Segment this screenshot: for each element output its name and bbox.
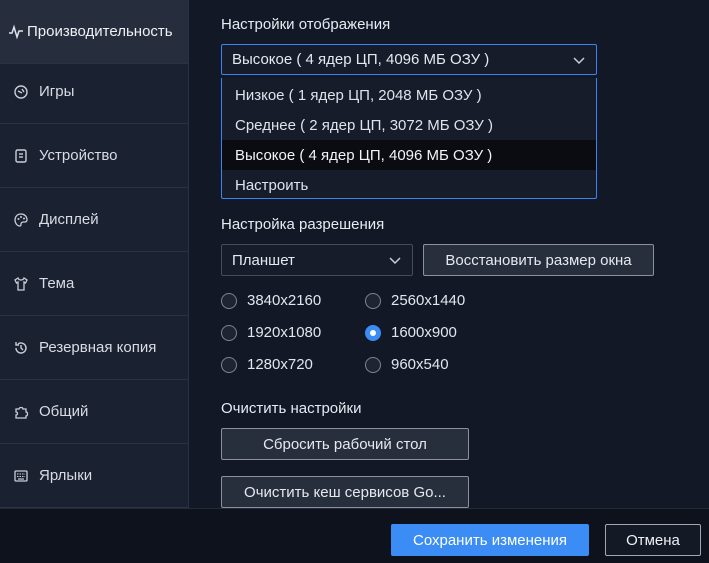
resolution-option-960[interactable]: 960x540 [365, 356, 449, 373]
pulse-icon [8, 24, 24, 40]
dropdown-option-high[interactable]: Высокое ( 4 ядер ЦП, 4096 МБ ОЗУ ) [222, 140, 596, 170]
display-settings-heading: Настройки отображения [221, 16, 391, 33]
gamepad-icon [13, 84, 29, 100]
resolution-option-2560[interactable]: 2560x1440 [365, 292, 465, 309]
radio-label: 2560x1440 [391, 292, 466, 309]
sidebar-item-label: Производительность [27, 23, 173, 40]
sidebar-item-label: Ярлыки [39, 467, 93, 484]
radio-label: 960x540 [391, 356, 449, 373]
sidebar-item-label: Игры [39, 83, 75, 100]
sidebar-item-label: Дисплей [39, 211, 99, 228]
clear-cache-button[interactable]: Очистить кеш сервисов Go... [221, 476, 469, 508]
radio-label: 1600x900 [391, 324, 457, 341]
sidebar-item-backup[interactable]: Резервная копия [0, 316, 188, 380]
resolution-option-1920[interactable]: 1920x1080 [221, 324, 321, 341]
clear-settings-heading: Очистить настройки [221, 400, 362, 417]
dropdown-option-low[interactable]: Низкое ( 1 ядер ЦП, 2048 МБ ОЗУ ) [222, 80, 596, 110]
sidebar-item-label: Общий [39, 403, 89, 420]
sidebar-item-games[interactable]: Игры [0, 60, 188, 124]
sidebar-item-shortcuts[interactable]: Ярлыки [0, 444, 188, 508]
radio-button[interactable] [365, 356, 381, 373]
sidebar: Производительность Игры Устройство Диспл… [0, 0, 189, 508]
radio-button[interactable] [365, 292, 381, 309]
performance-dropdown-list: Низкое ( 1 ядер ЦП, 2048 МБ ОЗУ ) Средне… [221, 78, 597, 199]
dropdown-option-medium[interactable]: Среднее ( 2 ядер ЦП, 3072 МБ ОЗУ ) [222, 110, 596, 140]
sidebar-item-theme[interactable]: Тема [0, 252, 188, 316]
device-icon [13, 148, 29, 164]
radio-button[interactable] [221, 356, 237, 373]
resolution-settings-heading: Настройка разрешения [221, 216, 385, 233]
chevron-down-icon [389, 257, 401, 265]
sidebar-item-label: Тема [39, 275, 75, 292]
radio-button[interactable] [221, 324, 237, 341]
resolution-option-1600[interactable]: 1600x900 [365, 324, 457, 341]
chevron-down-icon [573, 56, 585, 64]
device-type-select-value: Планшет [232, 251, 295, 269]
puzzle-icon [13, 404, 29, 420]
resolution-option-3840[interactable]: 3840x2160 [221, 292, 321, 309]
palette-icon [13, 212, 29, 228]
footer-bar [0, 508, 709, 563]
performance-select[interactable]: Высокое ( 4 ядер ЦП, 4096 МБ ОЗУ ) [221, 44, 597, 75]
keyboard-icon [13, 468, 29, 484]
sidebar-item-general[interactable]: Общий [0, 380, 188, 444]
shirt-icon [13, 276, 29, 292]
radio-label: 1920x1080 [247, 324, 322, 341]
sidebar-item-performance[interactable]: Производительность [0, 0, 188, 64]
resolution-option-1280[interactable]: 1280x720 [221, 356, 313, 373]
restore-window-size-button[interactable]: Восстановить размер окна [423, 244, 654, 276]
save-changes-button[interactable]: Сохранить изменения [391, 524, 589, 556]
device-type-select[interactable]: Планшет [221, 244, 413, 276]
sidebar-item-display[interactable]: Дисплей [0, 188, 188, 252]
radio-label: 3840x2160 [247, 292, 322, 309]
history-icon [13, 340, 29, 356]
sidebar-item-label: Резервная копия [39, 339, 157, 356]
reset-desktop-button[interactable]: Сбросить рабочий стол [221, 428, 469, 460]
radio-button[interactable] [221, 292, 237, 309]
dropdown-option-custom[interactable]: Настроить [222, 170, 596, 200]
radio-button-checked[interactable] [365, 324, 381, 341]
sidebar-item-device[interactable]: Устройство [0, 124, 188, 188]
cancel-button[interactable]: Отмена [605, 524, 701, 556]
sidebar-item-label: Устройство [39, 147, 118, 164]
radio-label: 1280x720 [247, 356, 313, 373]
performance-select-value: Высокое ( 4 ядер ЦП, 4096 МБ ОЗУ ) [232, 51, 490, 68]
